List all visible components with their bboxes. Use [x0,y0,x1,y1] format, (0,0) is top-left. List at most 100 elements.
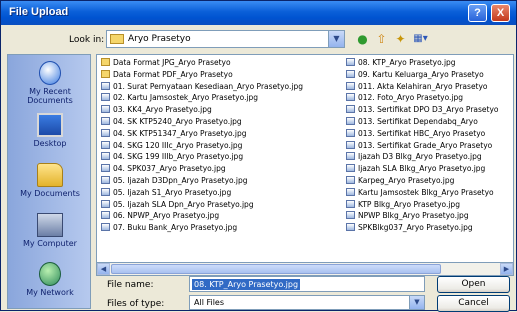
open-button[interactable]: Open [437,276,510,293]
file-item[interactable]: 013. Sertifikat HBC_Aryo Prasetyo [346,128,511,140]
file-item[interactable]: 04. SK KTP5240_Aryo Prasetyo.jpg [101,116,341,128]
file-item[interactable]: 08. KTP_Aryo Prasetyo.jpg [346,57,511,69]
file-item-name: 02. Kartu Jamsostek_Aryo Prasetyo.jpg [113,93,259,103]
file-item-name: Data Format JPG_Aryo Prasetyo [113,58,231,67]
image-file-icon [346,187,355,196]
file-item-name: 07. Buku Bank_Aryo Prasetyo.jpg [113,223,238,233]
file-item-name: 06. NPWP_Aryo Prasetyo.jpg [113,211,220,221]
file-item[interactable]: Data Format JPG_Aryo Prasetyo [101,57,341,69]
close-button[interactable]: X [491,4,510,22]
place-my-documents[interactable]: My Documents [8,159,92,211]
look-in-value: Aryo Prasetyo [128,34,191,44]
scroll-thumb[interactable] [111,264,441,274]
file-list[interactable]: Data Format JPG_Aryo Prasetyo Data Format… [96,54,514,263]
my-network-icon [39,262,61,286]
file-item[interactable]: 03. KK4_Aryo Prasetyo.jpg [101,104,341,116]
file-item-name: 013. Sertifikat Dependabq_Aryo [358,116,478,126]
file-item[interactable]: 07. Buku Bank_Aryo Prasetyo.jpg [101,222,341,234]
file-item-name: 011. Akta Kelahiran_Aryo Prasetyo [358,81,488,91]
file-type-select[interactable]: All Files ▼ [189,295,425,310]
file-item[interactable]: 06. NPWP_Aryo Prasetyo.jpg [101,210,341,222]
file-item[interactable]: 05. Ijazah D3Dpn_Aryo Prasetyo.jpg [101,175,341,187]
image-file-icon [346,223,355,232]
help-button[interactable]: ? [468,4,487,22]
place-my-computer[interactable]: My Computer [8,209,92,261]
place-label: My Computer [23,239,77,248]
place-my-recent-documents[interactable]: My Recent Documents [8,57,92,109]
dialog-title: File Upload [9,6,69,18]
image-file-icon [346,105,355,114]
file-item[interactable]: 01. Surat Pernyataan Kesediaan_Aryo Pras… [101,81,341,93]
place-my-network[interactable]: My Network [8,258,92,310]
image-file-icon [346,211,355,220]
image-file-icon [346,128,355,137]
file-item[interactable]: NPWP Blkg_Aryo Prasetyo.jpg [346,210,511,222]
file-item-name: 03. KK4_Aryo Prasetyo.jpg [113,105,212,115]
image-file-icon [101,152,110,161]
file-name-input[interactable]: 08. KTP_Aryo Prasetyo.jpg [189,276,425,292]
file-item[interactable]: Data Format PDF_Aryo Prasetyo [101,69,341,81]
image-file-icon [346,140,355,149]
file-item[interactable]: KTP Blkg_Aryo Prasetyo.jpg [346,199,511,211]
scroll-left-icon[interactable]: ◀ [97,263,110,275]
up-folder-icon[interactable]: ⇧ [372,30,391,48]
scroll-right-icon[interactable]: ▶ [500,263,513,275]
file-item[interactable]: 012. Foto_Aryo Prasetyo.jpg [346,92,511,104]
file-item[interactable]: 04. SK KTP51347_Aryo Prasetyo.jpg [101,128,341,140]
file-item[interactable]: Ijazah SLA Blkg_Aryo Prasetyo.jpg [346,163,511,175]
file-item-name: NPWP Blkg_Aryo Prasetyo.jpg [358,211,469,221]
image-file-icon [101,211,110,220]
place-label: My Network [26,288,74,297]
place-label: My Recent Documents [27,87,73,105]
my-computer-icon [37,213,63,237]
file-item[interactable]: 04. SKG 199 IIIb_Aryo Prasetyo.jpg [101,151,341,163]
back-icon[interactable]: ● [353,30,372,48]
file-item[interactable]: 05. Ijazah S1_Aryo Prasetyo.jpg [101,187,341,199]
file-item-name: 04. SK KTP51347_Aryo Prasetyo.jpg [113,128,247,138]
place-desktop[interactable]: Desktop [8,109,92,161]
folder-icon [101,69,110,78]
file-item-name: 05. Ijazah D3Dpn_Aryo Prasetyo.jpg [113,175,248,185]
file-item[interactable]: Kartu Jamsostek Blkg_Aryo Prasetyo [346,187,511,199]
file-item[interactable]: 013. Sertifikat Grade_Aryo Prasetyo [346,140,511,152]
place-label: My Documents [20,189,80,198]
horizontal-scrollbar[interactable]: ◀ ▶ [96,263,514,276]
views-icon[interactable]: ▦▾ [411,30,430,48]
file-name-label: File name: [107,280,154,290]
cancel-button[interactable]: Cancel [437,295,510,312]
file-item-name: 09. Kartu Keluarga_Aryo Prasetyo [358,69,484,79]
image-file-icon [346,164,355,173]
file-item-name: 04. SKG 199 IIIb_Aryo Prasetyo.jpg [113,152,244,162]
image-file-icon [346,69,355,78]
file-item[interactable]: 04. SKG 120 IIIc_Aryo Prasetyo.jpg [101,140,341,152]
new-folder-icon[interactable]: ✦ [391,30,410,48]
file-item[interactable]: 013. Sertifikat Dependabq_Aryo [346,116,511,128]
chevron-down-icon[interactable]: ▼ [328,31,344,47]
file-type-value: All Files [194,298,225,307]
file-item[interactable]: 04. SPK037_Aryo Prasetyo.jpg [101,163,341,175]
file-item-name: 04. SPK037_Aryo Prasetyo.jpg [113,164,226,174]
file-item-name: 013. Sertifikat DPO D3_Aryo Prasetyo [358,105,499,115]
file-item[interactable]: SPKBlkg037_Aryo Prasetyo.jpg [346,222,511,234]
file-item[interactable]: 05. Ijazah SLA Dpn_Aryo Prasetyo.jpg [101,199,341,211]
image-file-icon [346,152,355,161]
file-item[interactable]: Karpeg_Aryo Prasetyo.jpg [346,175,511,187]
image-file-icon [101,223,110,232]
file-item-name: SPKBlkg037_Aryo Prasetyo.jpg [358,223,473,233]
title-bar: File Upload ? X [1,1,516,25]
file-item-name: Ijazah D3 Blkg_Aryo Prasetyo.jpg [358,152,482,162]
file-item[interactable]: 02. Kartu Jamsostek_Aryo Prasetyo.jpg [101,92,341,104]
file-item[interactable]: 09. Kartu Keluarga_Aryo Prasetyo [346,69,511,81]
file-item[interactable]: 011. Akta Kelahiran_Aryo Prasetyo [346,81,511,93]
look-in-combo[interactable]: Aryo Prasetyo ▼ [106,30,345,48]
file-item-name: 013. Sertifikat Grade_Aryo Prasetyo [358,140,493,150]
image-file-icon [101,116,110,125]
chevron-down-icon[interactable]: ▼ [409,296,424,309]
file-item-name: 01. Surat Pernyataan Kesediaan_Aryo Pras… [113,81,303,91]
image-file-icon [101,140,110,149]
image-file-icon [101,93,110,102]
file-item[interactable]: Ijazah D3 Blkg_Aryo Prasetyo.jpg [346,151,511,163]
image-file-icon [346,116,355,125]
file-item-name: 05. Ijazah SLA Dpn_Aryo Prasetyo.jpg [113,199,254,209]
file-item[interactable]: 013. Sertifikat DPO D3_Aryo Prasetyo [346,104,511,116]
